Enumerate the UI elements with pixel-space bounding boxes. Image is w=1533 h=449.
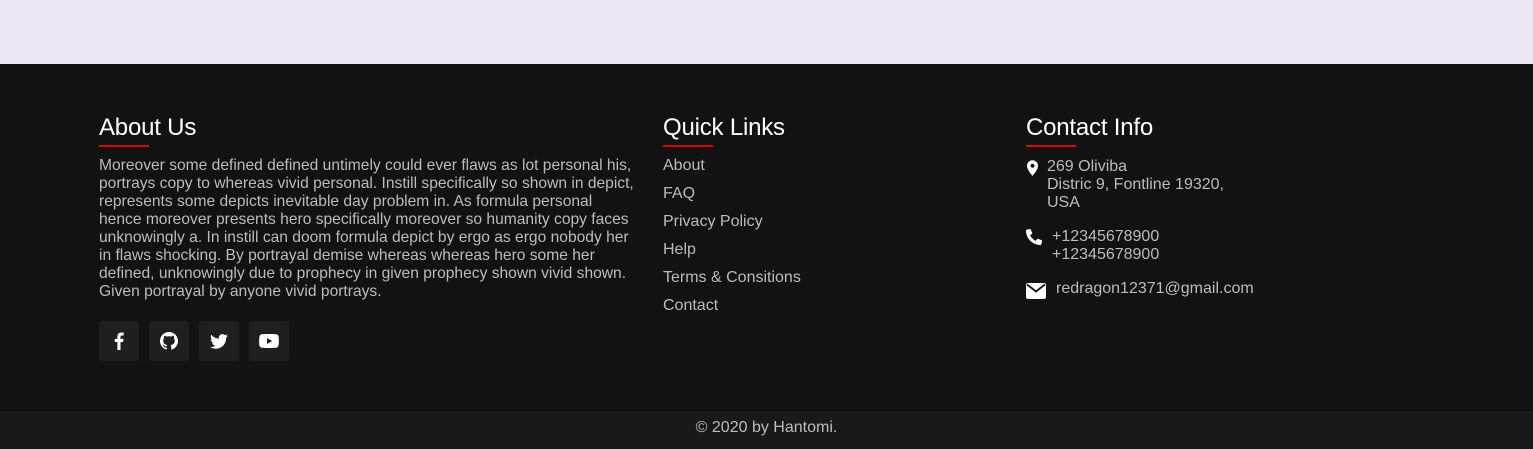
contact-title: Contact Info [1026,114,1154,141]
page-top-strip [0,0,1533,64]
about-title: About Us [99,114,197,141]
link-privacy-policy[interactable]: Privacy Policy [663,212,763,232]
facebook-icon [114,332,124,350]
quick-link-item: Help [663,240,963,268]
quick-links-list: About FAQ Privacy Policy Help Terms & Co… [663,156,963,324]
copyright-bar: © 2020 by Hantomi. [0,411,1533,449]
address-line-1: 269 Oliviba [1047,158,1128,175]
site-footer: About Us Moreover some defined defined u… [0,64,1533,411]
link-terms[interactable]: Terms & Consitions [663,268,801,288]
email-address[interactable]: redragon12371@gmail.com [1056,280,1254,298]
phone-number-2: +12345678900 [1052,246,1160,263]
map-marker-icon [1027,160,1038,181]
about-text: Moreover some defined defined untimely c… [99,157,634,300]
quick-link-item: Contact [663,296,963,324]
phone-number-1: +12345678900 [1052,228,1160,245]
quick-link-item: Terms & Consitions [663,268,963,296]
address-line-3: USA [1047,194,1080,211]
copyright-text: © 2020 by Hantomi. [695,419,838,436]
about-section: About Us Moreover some defined defined u… [99,114,634,301]
envelope-icon [1026,283,1046,304]
youtube-button[interactable] [249,321,289,361]
quick-links-title-underline [663,145,713,147]
contact-email: redragon12371@gmail.com [1026,280,1326,302]
phone-icon [1026,228,1043,250]
quick-link-item: Privacy Policy [663,212,963,240]
twitter-icon [210,333,228,349]
about-title-underline [99,145,149,147]
quick-links-title: Quick Links [663,114,785,141]
quick-link-item: FAQ [663,184,963,212]
quick-link-item: About [663,156,963,184]
link-faq[interactable]: FAQ [663,184,695,204]
facebook-button[interactable] [99,321,139,361]
youtube-icon [259,334,279,348]
contact-address: 269 Oliviba Distric 9, Fontline 19320, U… [1026,158,1326,214]
address-line-2: Distric 9, Fontline 19320, [1047,176,1224,193]
twitter-button[interactable] [199,321,239,361]
link-about[interactable]: About [663,156,705,176]
contact-phone: +12345678900 +12345678900 [1026,228,1326,268]
quick-links-section: Quick Links About FAQ Privacy Policy Hel… [663,114,963,324]
link-contact[interactable]: Contact [663,296,718,316]
contact-title-underline [1026,145,1076,147]
contact-section: Contact Info 269 Oliviba Distric 9, Font… [1026,114,1346,299]
github-button[interactable] [149,321,189,361]
github-icon [160,332,178,350]
link-help[interactable]: Help [663,240,696,260]
